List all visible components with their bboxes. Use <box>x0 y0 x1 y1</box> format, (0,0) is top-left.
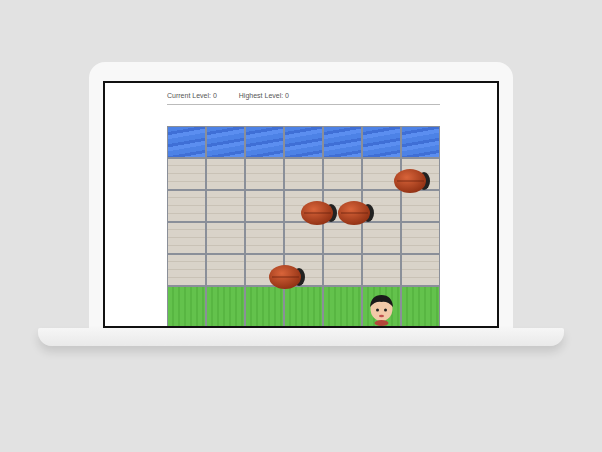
stone-tile <box>401 190 440 222</box>
stone-tile <box>206 222 245 254</box>
player[interactable] <box>362 289 401 328</box>
highest-level: Highest Level: 0 <box>239 92 289 100</box>
stone-tile <box>401 254 440 286</box>
grass-tile <box>167 286 206 328</box>
stone-tile <box>323 158 362 190</box>
stone-tile <box>362 222 401 254</box>
enemy-bug <box>337 200 375 226</box>
stone-tile <box>401 222 440 254</box>
stone-tile <box>323 222 362 254</box>
enemy-bug <box>268 264 306 290</box>
grass-tile <box>206 286 245 328</box>
grass-tile <box>284 286 323 328</box>
stone-tile <box>167 254 206 286</box>
bug-icon <box>268 264 306 290</box>
stone-tile <box>206 158 245 190</box>
stone-tile <box>245 190 284 222</box>
boy-icon <box>362 289 401 328</box>
water-tile <box>401 126 440 158</box>
enemy-bug <box>393 168 431 194</box>
grass-tile <box>245 286 284 328</box>
water-tile <box>362 126 401 158</box>
stone-tile <box>245 222 284 254</box>
game-board[interactable] <box>167 126 440 318</box>
stone-tile <box>167 190 206 222</box>
stone-tile <box>245 158 284 190</box>
stone-tile <box>362 254 401 286</box>
water-tile <box>323 126 362 158</box>
score-bar: Current Level: 0 Highest Level: 0 <box>167 83 440 105</box>
bug-icon <box>337 200 375 226</box>
water-tile <box>245 126 284 158</box>
stone-tile <box>284 222 323 254</box>
water-tile <box>284 126 323 158</box>
stone-tile <box>167 158 206 190</box>
water-tile <box>206 126 245 158</box>
laptop-lid: Current Level: 0 Highest Level: 0 <box>89 62 513 328</box>
stone-tile <box>206 254 245 286</box>
bug-icon <box>300 200 338 226</box>
bug-icon <box>393 168 431 194</box>
stone-tile <box>323 254 362 286</box>
enemy-bug <box>300 200 338 226</box>
page: Current Level: 0 Highest Level: 0 <box>0 0 602 452</box>
grass-tile <box>401 286 440 328</box>
laptop-screen: Current Level: 0 Highest Level: 0 <box>103 81 499 328</box>
stone-tile <box>362 158 401 190</box>
laptop-base <box>38 328 564 346</box>
stone-tile <box>284 158 323 190</box>
grass-tile <box>323 286 362 328</box>
stone-tile <box>167 222 206 254</box>
water-tile <box>167 126 206 158</box>
stone-tile <box>206 190 245 222</box>
current-level: Current Level: 0 <box>167 92 217 100</box>
